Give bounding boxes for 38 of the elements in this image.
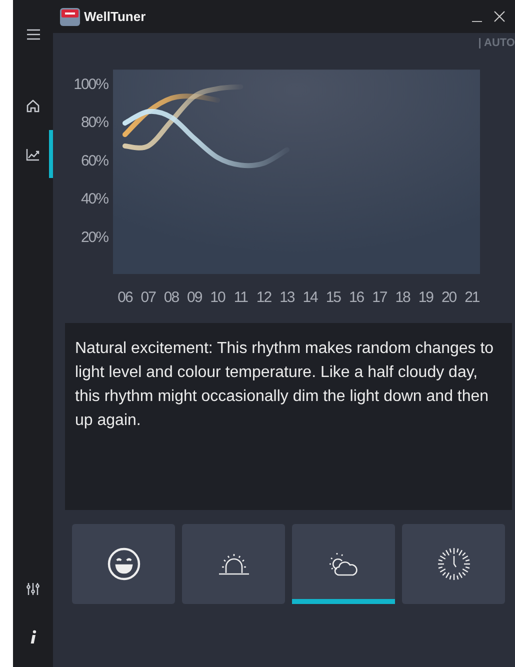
x-axis-label: 09	[187, 289, 202, 306]
minimize-icon	[472, 20, 482, 22]
x-axis-label: 13	[280, 289, 294, 306]
clock-icon	[436, 547, 470, 581]
close-icon	[494, 11, 505, 22]
rhythm-button[interactable]	[292, 524, 395, 604]
mode-label: | AUTO	[478, 37, 515, 49]
sliders-icon	[26, 582, 40, 596]
line-chart-icon	[26, 148, 40, 160]
x-axis-label: 19	[418, 289, 434, 306]
cloud-sun-icon	[328, 551, 360, 577]
x-axis-label: 21	[464, 289, 480, 306]
sunrise-icon	[218, 552, 250, 576]
description-text: Natural excitement: This rhythm makes random changes to light level and colour temperature. Like a half cloudy day, this rhythm might occasionally dim the light down and then up again.	[75, 339, 495, 431]
menu-icon	[26, 28, 40, 40]
x-axis-label: 11	[234, 289, 248, 306]
x-axis-label: 10	[210, 289, 225, 306]
y-axis-label: 40%	[80, 190, 108, 208]
info-icon	[29, 630, 37, 644]
y-axis-label: 60%	[80, 152, 108, 170]
app-logo-icon	[60, 8, 80, 26]
x-axis-label: 20	[441, 289, 456, 306]
rhythm-button[interactable]	[72, 524, 175, 604]
x-axis-label: 15	[326, 289, 341, 306]
x-axis-label: 16	[348, 289, 364, 306]
y-axis-label: 20%	[80, 228, 108, 246]
home-icon	[26, 99, 40, 113]
y-axis-label: 100%	[74, 76, 108, 93]
x-axis-label: 17	[372, 289, 387, 306]
window-title: WellTuner	[84, 9, 147, 24]
y-axis-label: 80%	[80, 114, 108, 132]
smiley-icon	[106, 547, 140, 581]
x-axis-label: 06	[118, 289, 132, 306]
x-axis-label: 07	[140, 289, 156, 306]
x-axis-label: 18	[395, 289, 410, 306]
x-axis-label: 12	[256, 289, 272, 306]
x-axis-label: 08	[164, 289, 179, 306]
x-axis-label: 14	[302, 289, 318, 306]
